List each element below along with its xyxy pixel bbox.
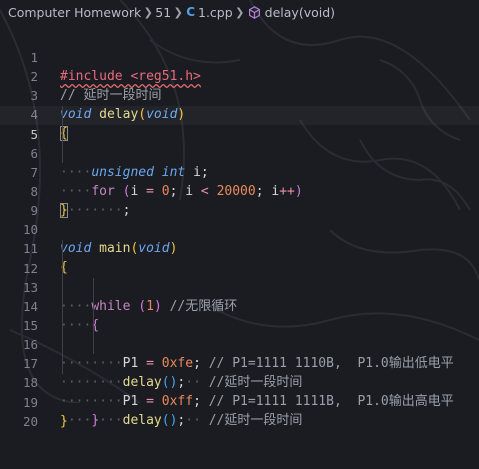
code-line: 11 { [0, 220, 479, 275]
breadcrumb-symbol[interactable]: delay(void) [265, 5, 335, 20]
indent-guide [62, 124, 63, 144]
indent-guide [62, 258, 63, 278]
cpp-file-icon: C [186, 5, 195, 19]
indent-guide [93, 316, 94, 336]
indent-guide [93, 277, 94, 297]
code-line: 10 void main(void) [0, 201, 479, 256]
code-line-current: 5 ····unsigned int i; [0, 105, 479, 180]
code-line: 20 [0, 393, 479, 429]
indent-guide [93, 335, 94, 355]
line-number: 20 [22, 413, 38, 429]
code-line: 1 #include <reg51.h> [0, 29, 479, 84]
indent-guide [62, 239, 63, 259]
indent-guide [62, 296, 63, 317]
code-line: 9 [0, 182, 479, 218]
chevron-right-icon: ❯ [173, 5, 183, 19]
breadcrumb-subfolder[interactable]: 51 [155, 5, 171, 20]
code-line: 13 ····{ [0, 258, 479, 333]
code-editor[interactable]: 1 #include <reg51.h> 2 // 延时一段时间 3 void … [0, 29, 479, 429]
indent-guide [62, 105, 63, 125]
chevron-right-icon: ❯ [235, 5, 245, 19]
code-line: 3 void delay(void) [0, 67, 479, 122]
method-cube-icon [248, 5, 261, 19]
code-line: 14 ········P1 = 0xfe; // P1=1111 1110B, … [0, 277, 479, 371]
code-line: 16 ········P1 = 0xff; // P1=1111 1111B, … [0, 316, 479, 409]
indent-guide [62, 354, 63, 374]
chevron-right-icon: ❯ [143, 5, 153, 19]
breadcrumb: Computer Homework ❯ 51 ❯ C 1.cpp ❯ delay… [0, 0, 479, 24]
indent-guide [93, 296, 94, 317]
close-brace: } [60, 413, 68, 429]
function-name: delay [122, 413, 162, 429]
paren: () [161, 413, 178, 429]
code-line: 18 ····} [0, 354, 479, 428]
code-line: 2 // 延时一段时间 [0, 48, 479, 103]
indent-guide [62, 277, 63, 297]
code-line: 8 } [0, 163, 479, 218]
code-line: 15 ········delay();·· //延时一段时间 [0, 296, 479, 390]
code-line: 4 { [0, 86, 479, 142]
code-line: 17 ········delay();·· //延时一段时间 [0, 335, 479, 428]
close-brace: } [91, 413, 100, 429]
comment: //延时一段时间 [208, 413, 303, 429]
code-line: 7 ········; [0, 143, 479, 218]
indent-guide [62, 143, 63, 163]
indent-guide [62, 335, 63, 355]
indent-guide [62, 316, 63, 336]
breadcrumb-folder[interactable]: Computer Homework [8, 5, 141, 20]
code-line: 6 ····for (i = 0; i < 20000; i++) [0, 124, 479, 199]
punctuation: ; [177, 413, 186, 429]
breadcrumb-file[interactable]: 1.cpp [198, 5, 233, 20]
code-line: 19 } [0, 374, 479, 429]
code-line: 12 ····while (1) //无限循环 [0, 239, 479, 314]
